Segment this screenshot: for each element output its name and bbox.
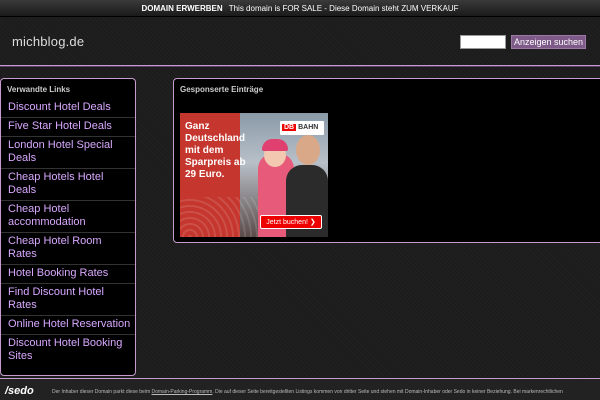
related-link[interactable]: Hotel Booking Rates [8, 267, 108, 279]
related-link[interactable]: Online Hotel Reservation [8, 318, 130, 330]
list-item: Hotel Booking Rates [1, 265, 135, 284]
related-link[interactable]: Cheap Hotels Hotel Deals [8, 171, 103, 196]
list-item: London Hotel Special Deals [1, 137, 135, 169]
list-item: Discount Hotel Deals [1, 99, 135, 118]
sedo-logo: /sedo [5, 385, 34, 397]
related-link[interactable]: Discount Hotel Booking Sites [8, 337, 122, 362]
domain-parking-link[interactable]: Domain-Parking-Programm [152, 389, 213, 395]
related-link[interactable]: Five Star Hotel Deals [8, 120, 112, 132]
sponsored-panel: Gesponserte Einträge DB BAHN Ganz Deutsch… [173, 78, 600, 243]
related-link[interactable]: Cheap Hotel Room Rates [8, 235, 102, 260]
list-item: Discount Hotel Booking Sites [1, 335, 135, 366]
list-item: Cheap Hotel accommodation [1, 201, 135, 233]
footer-disclaimer: Der Inhaber dieser Domain parkt diese be… [52, 389, 563, 395]
db-bahn-ad-banner[interactable]: DB BAHN Ganz Deutschland mit dem Sparprei… [180, 113, 328, 237]
ad-person-woman-hat [262, 139, 288, 151]
related-link[interactable]: Discount Hotel Deals [8, 101, 111, 113]
list-item: Five Star Hotel Deals [1, 118, 135, 137]
header: michblog.de Anzeigen suchen [0, 18, 600, 66]
related-links-panel: Verwandte Links Discount Hotel Deals Fiv… [0, 78, 136, 376]
for-sale-message: This domain is FOR SALE - Diese Domain s… [228, 4, 459, 13]
ad-decoration [180, 197, 260, 237]
related-link[interactable]: Cheap Hotel accommodation [8, 203, 86, 228]
footer: /sedo Der Inhaber dieser Domain parkt di… [0, 378, 600, 400]
related-links-heading: Verwandte Links [7, 85, 71, 94]
site-title: michblog.de [12, 34, 85, 49]
list-item: Cheap Hotel Room Rates [1, 233, 135, 265]
search-button[interactable]: Anzeigen suchen [511, 35, 586, 49]
search-input[interactable] [460, 35, 506, 49]
buy-domain-link[interactable]: DOMAIN ERWERBEN [141, 4, 222, 13]
ad-headline: Ganz Deutschland mit dem Sparpreis ab 29… [185, 121, 246, 180]
list-item: Cheap Hotels Hotel Deals [1, 169, 135, 201]
db-bahn-logo: DB BAHN [280, 121, 324, 135]
list-item: Online Hotel Reservation [1, 316, 135, 335]
related-link[interactable]: London Hotel Special Deals [8, 139, 113, 164]
ad-book-button[interactable]: Jetzt buchen! ❯ [260, 215, 322, 229]
for-sale-bar: DOMAIN ERWERBEN This domain is FOR SALE … [0, 0, 600, 17]
ad-person-man-head [296, 135, 320, 165]
related-link[interactable]: Find Discount Hotel Rates [8, 286, 104, 311]
list-item: Find Discount Hotel Rates [1, 284, 135, 316]
related-links-list: Discount Hotel Deals Five Star Hotel Dea… [1, 99, 135, 366]
sponsored-heading: Gesponserte Einträge [180, 85, 264, 94]
